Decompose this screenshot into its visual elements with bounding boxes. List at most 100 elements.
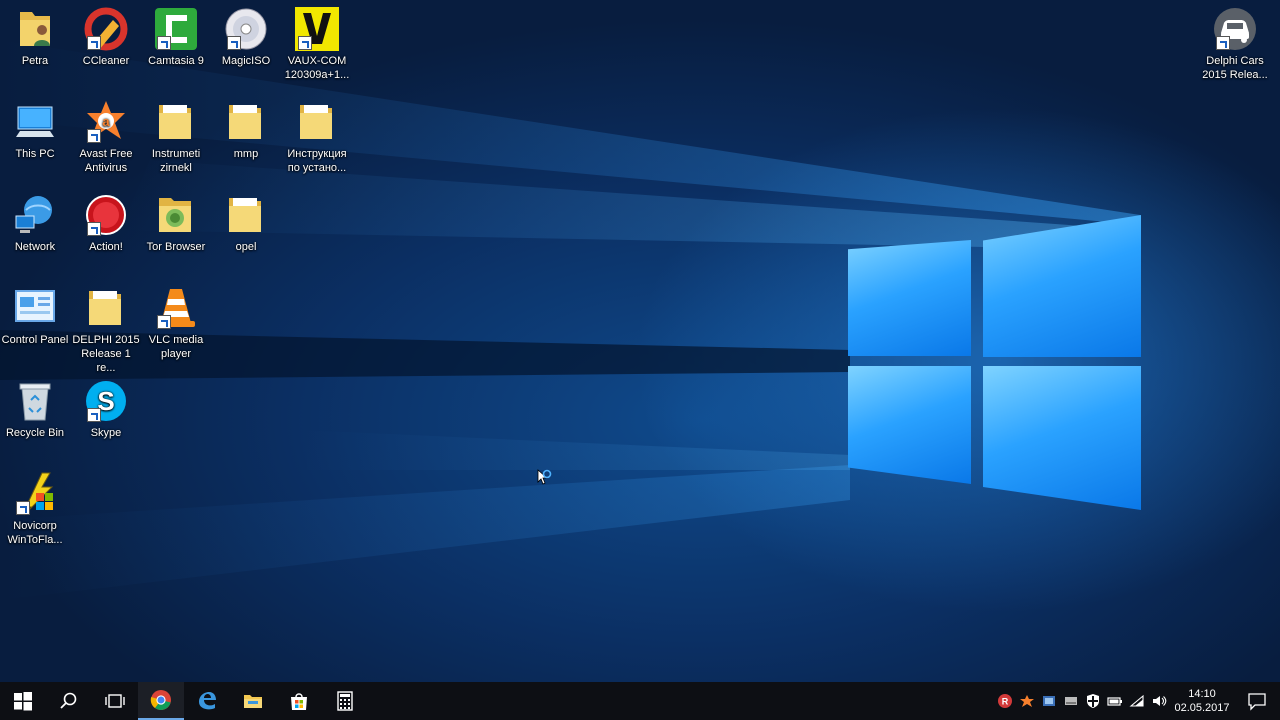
desktop-icon-opel[interactable]: opel: [211, 192, 281, 254]
logo-pane-top-left: [848, 240, 971, 356]
skype-icon: S: [83, 378, 129, 424]
desktop-icon-instrukciya[interactable]: Инструкция по устано...: [282, 99, 352, 175]
avast-icon: a: [83, 99, 129, 145]
desktop-icon-label: Camtasia 9: [148, 55, 204, 67]
desktop-icon-recyclebin[interactable]: Recycle Bin: [0, 378, 70, 440]
desktop-icon-label: Delphi Cars 2015 Relea...: [1202, 55, 1268, 81]
registered-icon: R: [998, 694, 1012, 708]
tray-wifi[interactable]: [1126, 682, 1148, 720]
store-button[interactable]: [276, 682, 322, 720]
vaux-icon: [294, 6, 340, 52]
search-button[interactable]: [46, 682, 92, 720]
desktop-icon-label: Tor Browser: [146, 241, 206, 253]
task-view-icon: [105, 694, 125, 708]
desktop-icon-action[interactable]: Action!: [71, 192, 141, 254]
desktop[interactable]: Petra CCleaner Camtasia 9 MagicISO VAUX-COM …: [0, 0, 1280, 682]
desktop-icon-label: DELPHI 2015 Release 1 re...: [72, 334, 140, 374]
desktop-icon-skype[interactable]: S Skype: [71, 378, 141, 440]
shortcut-arrow-icon: [87, 408, 101, 422]
desktop-icon-label: MagicISO: [221, 55, 271, 67]
desktop-icon-network[interactable]: Network: [0, 192, 70, 254]
desktop-icon-label: Инструкция по устано...: [287, 148, 347, 174]
folder-icon: [244, 695, 262, 708]
desktop-icon-vlc[interactable]: VLC media player: [141, 285, 211, 361]
desktop-icon-novicorp[interactable]: Novicorp WinToFla...: [0, 471, 70, 547]
action-center-button[interactable]: [1234, 682, 1280, 720]
taskbar: R 14:10 02.05.2017: [0, 682, 1280, 720]
start-button[interactable]: [0, 682, 46, 720]
task-view-button[interactable]: [92, 682, 138, 720]
drive-icon: [1065, 697, 1077, 705]
desktop-icon-delphi2015[interactable]: DELPHI 2015 Release 1 re...: [71, 285, 141, 375]
edge-icon: [199, 692, 216, 710]
avast-icon: [1020, 695, 1034, 707]
shortcut-arrow-icon: [157, 315, 171, 329]
control-panel-icon: [12, 285, 58, 331]
desktop-icon-label: Novicorp WinToFla...: [7, 520, 63, 546]
desktop-icon-magiciso[interactable]: MagicISO: [211, 6, 281, 68]
tor-folder-icon: [153, 192, 199, 238]
desktop-icon-petra[interactable]: Petra: [0, 6, 70, 68]
desktop-icon-ccleaner[interactable]: CCleaner: [71, 6, 141, 68]
user-folder-icon: [12, 6, 58, 52]
desktop-icon-thispc[interactable]: This PC: [0, 99, 70, 161]
desktop-icon-label: VLC media player: [148, 334, 204, 360]
tray-r-app[interactable]: R: [994, 682, 1016, 720]
shortcut-arrow-icon: [157, 36, 171, 50]
desktop-icon-label: Control Panel: [1, 334, 69, 346]
tray-volume[interactable]: [1148, 682, 1170, 720]
shield-icon: [1087, 694, 1099, 708]
desktop-icon-label: Network: [14, 241, 56, 253]
battery-icon: [1107, 697, 1122, 706]
action-icon: [83, 192, 129, 238]
desktop-icon-mmp[interactable]: mmp: [211, 99, 281, 161]
tray-defender[interactable]: [1082, 682, 1104, 720]
shortcut-arrow-icon: [16, 501, 30, 515]
tray-avast[interactable]: [1016, 682, 1038, 720]
windows-logo-icon: [14, 692, 32, 711]
desktop-icon-camtasia[interactable]: Camtasia 9: [141, 6, 211, 68]
shortcut-arrow-icon: [87, 129, 101, 143]
chrome-button[interactable]: [138, 682, 184, 720]
svg-text:R: R: [1002, 697, 1009, 707]
shortcut-arrow-icon: [87, 36, 101, 50]
logo-pane-bottom-left: [848, 366, 971, 484]
desktop-icon-label: Instrumeti zirnekl: [151, 148, 201, 174]
shortcut-arrow-icon: [298, 36, 312, 50]
shortcut-arrow-icon: [1216, 36, 1230, 50]
notification-icon: [1248, 693, 1266, 711]
desktop-icon-vauxcom[interactable]: VAUX-COM 120309a+1...: [282, 6, 352, 82]
file-explorer-button[interactable]: [230, 682, 276, 720]
shortcut-arrow-icon: [227, 36, 241, 50]
desktop-icon-delphicars[interactable]: Delphi Cars 2015 Relea...: [1200, 6, 1270, 82]
svg-text:a: a: [102, 114, 110, 129]
tray-battery[interactable]: [1104, 682, 1126, 720]
car-icon: [1212, 6, 1258, 52]
desktop-icon-label: VAUX-COM 120309a+1...: [284, 55, 350, 81]
tray-app-blue[interactable]: [1038, 682, 1060, 720]
vlc-icon: [153, 285, 199, 331]
desktop-icon-controlpanel[interactable]: Control Panel: [0, 285, 70, 347]
folder-icon: [83, 285, 129, 331]
edge-button[interactable]: [184, 682, 230, 720]
busy-cursor-icon: [537, 469, 552, 485]
desktop-icon-label: Action!: [89, 241, 123, 253]
taskbar-clock[interactable]: 14:10 02.05.2017: [1170, 687, 1234, 715]
wintoflash-icon: [12, 471, 58, 517]
desktop-icon-tor[interactable]: Tor Browser: [141, 192, 211, 254]
desktop-icon-instrumeti[interactable]: Instrumeti zirnekl: [141, 99, 211, 175]
search-icon: [60, 692, 77, 709]
wifi-icon: [1129, 694, 1144, 707]
logo-pane-top-right: [983, 215, 1141, 357]
volume-icon: [1153, 696, 1167, 706]
app-icon: [1043, 696, 1055, 706]
tray-drive[interactable]: [1060, 682, 1082, 720]
clock-time: 14:10: [1188, 688, 1216, 700]
folder-icon: [153, 99, 199, 145]
clock-date: 02.05.2017: [1174, 702, 1230, 714]
desktop-icon-label: Petra: [21, 55, 49, 67]
desktop-icon-label: Avast Free Antivirus: [79, 148, 133, 174]
desktop-icon-avast[interactable]: a Avast Free Antivirus: [71, 99, 141, 175]
calculator-button[interactable]: [322, 682, 368, 720]
desktop-icon-label: CCleaner: [82, 55, 130, 67]
